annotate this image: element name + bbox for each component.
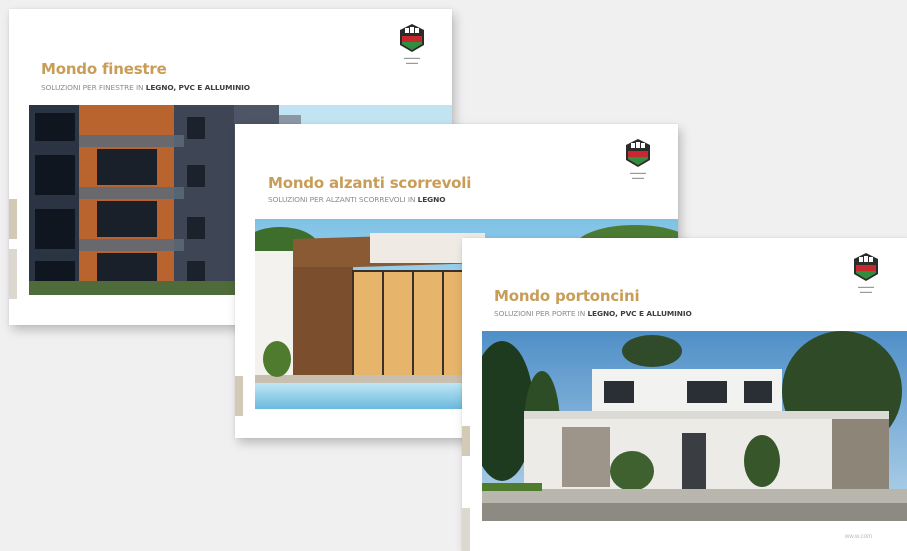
brochure-subtitle: SOLUZIONI PER PORTE IN LEGNO, PVC E ALLU… <box>494 309 692 318</box>
brochure-title: Mondo finestre <box>41 60 167 78</box>
brochure-title: Mondo portoncini <box>494 287 640 305</box>
brochure-subtitle: SOLUZIONI PER ALZANTI SCORREVOLI IN LEGN… <box>268 195 446 204</box>
brochure-card-portoncini: ▬▬▬▬ ▬▬▬ Mondo portoncini SOLUZIONI PER P… <box>462 238 907 551</box>
brochure-spine-tab <box>235 376 243 416</box>
brochure-spine-tab <box>9 199 17 239</box>
logo-caption: ▬▬▬▬ ▬▬▬ <box>630 170 646 180</box>
brochure-spine-tab <box>462 426 470 456</box>
website-label: ww.w.com <box>845 534 873 540</box>
brochure-subtitle: SOLUZIONI PER FINESTRE IN LEGNO, PVC E A… <box>41 83 250 92</box>
brochure-spine-tab <box>462 508 470 551</box>
shield-logo-icon <box>398 23 426 58</box>
white-house-photo <box>482 331 907 521</box>
brochure-title: Mondo alzanti scorrevoli <box>268 174 472 192</box>
logo-caption: ▬▬▬▬ ▬▬▬ <box>858 284 874 294</box>
shield-logo-icon <box>852 252 880 287</box>
brochure-spine-tab <box>9 249 17 299</box>
shield-logo-icon <box>624 138 652 173</box>
logo-caption: ▬▬▬▬ ▬▬▬ <box>404 55 420 65</box>
